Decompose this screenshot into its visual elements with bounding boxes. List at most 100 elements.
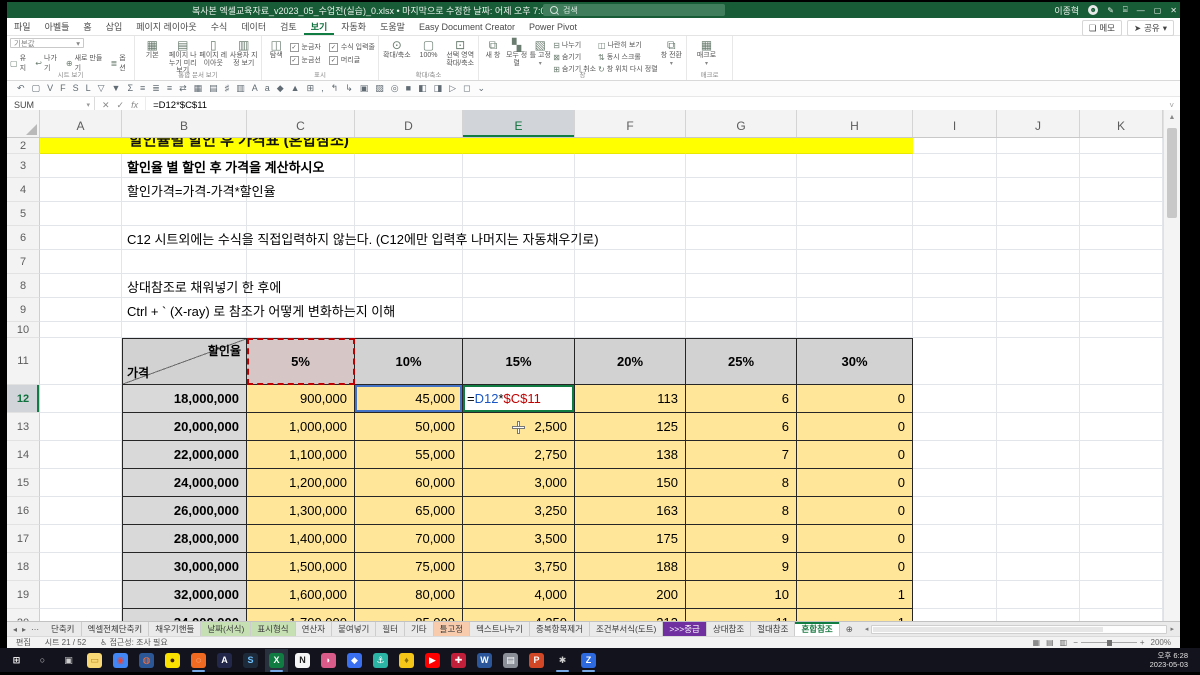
chart-icon[interactable]: ■ — [406, 84, 411, 93]
grid-cell[interactable] — [1080, 298, 1163, 322]
grid-cell[interactable] — [575, 250, 686, 274]
filter-icon[interactable]: ▽ — [98, 84, 105, 93]
file-explorer-icon[interactable]: ▭ — [83, 649, 106, 672]
macro-f-icon[interactable]: F — [60, 84, 66, 93]
grid-cell[interactable] — [997, 413, 1080, 441]
price-cell[interactable]: 26,000,000 — [122, 497, 247, 525]
paint-icon[interactable]: ◗ — [317, 649, 340, 672]
sheet-nav-right-icon[interactable]: ▸ — [22, 625, 26, 634]
clear-filter-icon[interactable]: ▼ — [112, 84, 121, 93]
grid-cell[interactable] — [686, 138, 797, 154]
font-grow-icon[interactable]: A — [252, 84, 258, 93]
zoom-100-button[interactable]: ▢100% — [414, 38, 444, 60]
column-header-J[interactable]: J — [997, 110, 1080, 137]
grid-cell[interactable] — [355, 274, 463, 298]
row-header-5[interactable]: 5 — [7, 202, 40, 226]
table-cell[interactable]: 1,200,000 — [247, 469, 355, 497]
table-cell[interactable]: 85,000 — [355, 609, 463, 621]
grid-cell[interactable] — [913, 413, 997, 441]
sheet-tab[interactable]: 절대참조 — [751, 622, 795, 636]
grid-cell[interactable] — [355, 138, 463, 154]
table-cell[interactable]: 1 — [797, 581, 913, 609]
grid-cell[interactable] — [575, 154, 686, 178]
close-button[interactable]: ✕ — [1170, 6, 1177, 15]
grid-cell[interactable] — [247, 250, 355, 274]
column-header-I[interactable]: I — [913, 110, 997, 137]
document-title[interactable]: 복사본 엑셀교육자료_v2023_05_수업전(실습)_0.xlsx • 마지막… — [192, 2, 560, 18]
grid-cell[interactable] — [1080, 322, 1163, 338]
grid-cell[interactable] — [797, 322, 913, 338]
sheet-tab[interactable]: 기타 — [405, 622, 434, 636]
user-name[interactable]: 이종혁 — [1054, 4, 1079, 17]
grid-cell[interactable] — [40, 441, 122, 469]
row-header-4[interactable]: 4 — [7, 178, 40, 202]
table-cell[interactable]: 1,400,000 — [247, 525, 355, 553]
excel-icon[interactable]: X — [265, 649, 288, 672]
price-cell[interactable]: 18,000,000 — [122, 385, 247, 413]
grid-cell[interactable] — [797, 202, 913, 226]
vertical-scrollbar[interactable]: ▲ — [1163, 110, 1180, 621]
grid-cell[interactable] — [1080, 525, 1163, 553]
grid-cell[interactable] — [122, 322, 247, 338]
table-cell[interactable]: 3,500 — [463, 525, 575, 553]
grid-cell[interactable] — [463, 298, 575, 322]
grid-cell[interactable] — [1080, 385, 1163, 413]
table-format-icon[interactable]: ▥ — [236, 84, 245, 93]
grid-cell[interactable] — [913, 322, 997, 338]
menu-tab[interactable]: 홈 — [76, 18, 98, 35]
sheet-tab[interactable]: 중복항목제거 — [530, 622, 590, 636]
grid-cell[interactable] — [122, 250, 247, 274]
word-icon[interactable]: W — [473, 649, 496, 672]
grid-cell[interactable] — [463, 274, 575, 298]
sheet-tab[interactable]: 표시형식 — [251, 622, 295, 636]
table-cell[interactable]: 1,000,000 — [247, 413, 355, 441]
arrange-all-button[interactable]: ▚모두 정렬 — [506, 38, 528, 67]
grid-cell[interactable] — [40, 274, 122, 298]
price-cell[interactable]: 20,000,000 — [122, 413, 247, 441]
s-app-icon[interactable]: S — [239, 649, 262, 672]
table-cell[interactable]: 1,500,000 — [247, 553, 355, 581]
table-cell[interactable]: 163 — [575, 497, 686, 525]
new-window-button[interactable]: ⧉새 창 — [482, 38, 504, 60]
sheet-nav-left-icon[interactable]: ◂ — [13, 625, 17, 634]
macro-v-icon[interactable]: V — [47, 84, 53, 93]
select-all-corner[interactable] — [7, 110, 40, 137]
number-format-icon[interactable]: ♯ — [225, 84, 230, 93]
row-header-2[interactable]: 2 — [7, 138, 40, 154]
table-cell[interactable]: 6 — [686, 413, 797, 441]
maximize-button[interactable]: ▢ — [1154, 6, 1162, 15]
table-cell[interactable]: 113 — [575, 385, 686, 413]
grid-cell[interactable] — [1080, 274, 1163, 298]
row-header-19[interactable]: 19 — [7, 581, 40, 609]
printer-icon[interactable]: ▤ — [499, 649, 522, 672]
ribbon-display-icon[interactable]: ⌸ — [1123, 5, 1128, 15]
zoom-tool-icon[interactable]: ◎ — [391, 84, 399, 93]
grid-cell[interactable] — [797, 154, 913, 178]
price-cell[interactable]: 28,000,000 — [122, 525, 247, 553]
row-header-6[interactable]: 6 — [7, 226, 40, 250]
table-cell[interactable]: 150 — [575, 469, 686, 497]
grid-cell[interactable] — [997, 154, 1080, 178]
formula-edit-cell[interactable]: =D12*$C$11 — [463, 385, 575, 413]
grid-cell[interactable] — [913, 553, 997, 581]
table-cell[interactable]: 2,500 — [463, 413, 575, 441]
grid-cell[interactable] — [997, 138, 1080, 154]
grid-cell[interactable] — [575, 178, 686, 202]
zoom-knob[interactable] — [1107, 640, 1112, 646]
align-right-icon[interactable]: ≡ — [167, 84, 172, 93]
accessibility-status[interactable]: ♿ 접근성: 조사 필요 — [100, 637, 168, 648]
price-cell[interactable]: 22,000,000 — [122, 441, 247, 469]
cancel-button[interactable]: ✕ — [102, 100, 110, 111]
grid-cell[interactable] — [355, 154, 463, 178]
row-header-20[interactable]: 20 — [7, 609, 40, 621]
sheet-tab[interactable]: 틀고정 — [434, 622, 470, 636]
sheet-tab[interactable]: 붙여넣기 — [332, 622, 376, 636]
hscroll-left-icon[interactable]: ◂ — [865, 625, 869, 633]
grid-cell[interactable] — [997, 497, 1080, 525]
grid-cell[interactable] — [1080, 553, 1163, 581]
row-header-3[interactable]: 3 — [7, 154, 40, 178]
grid-cell[interactable] — [122, 202, 247, 226]
macro-l-icon[interactable]: L — [86, 84, 91, 93]
table-cell[interactable]: 1,600,000 — [247, 581, 355, 609]
grid-cell[interactable] — [40, 202, 122, 226]
